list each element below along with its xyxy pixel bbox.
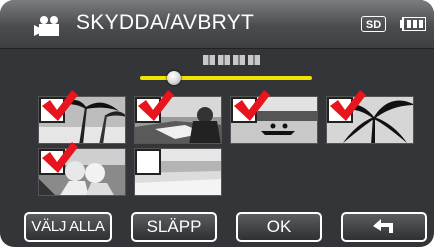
back-button[interactable] xyxy=(341,212,427,242)
ok-button[interactable]: OK xyxy=(236,212,322,242)
scroll-track[interactable] xyxy=(140,76,312,80)
checkmark-icon xyxy=(42,142,78,173)
sd-card-badge: SD xyxy=(361,16,386,32)
checkmark-icon xyxy=(42,90,78,121)
battery-icon xyxy=(400,17,426,31)
page-title: SKYDDA/AVBRYT xyxy=(76,11,255,34)
select-checkbox[interactable] xyxy=(135,149,161,175)
screen: SKYDDA/AVBRYT SD VÄLJ ALLA SLÄPP OK xyxy=(0,0,434,247)
checkmark-icon xyxy=(234,90,270,121)
scroll-thumb[interactable] xyxy=(167,71,182,85)
release-button[interactable]: SLÄPP xyxy=(131,212,217,242)
select-all-button[interactable]: VÄLJ ALLA xyxy=(24,212,112,242)
header-bar: SKYDDA/AVBRYT SD xyxy=(0,0,434,49)
video-camera-icon xyxy=(34,16,59,36)
return-arrow-icon xyxy=(373,219,393,233)
checkmark-icon xyxy=(138,90,174,121)
checkmark-icon xyxy=(330,90,366,121)
page-dots xyxy=(203,55,260,65)
